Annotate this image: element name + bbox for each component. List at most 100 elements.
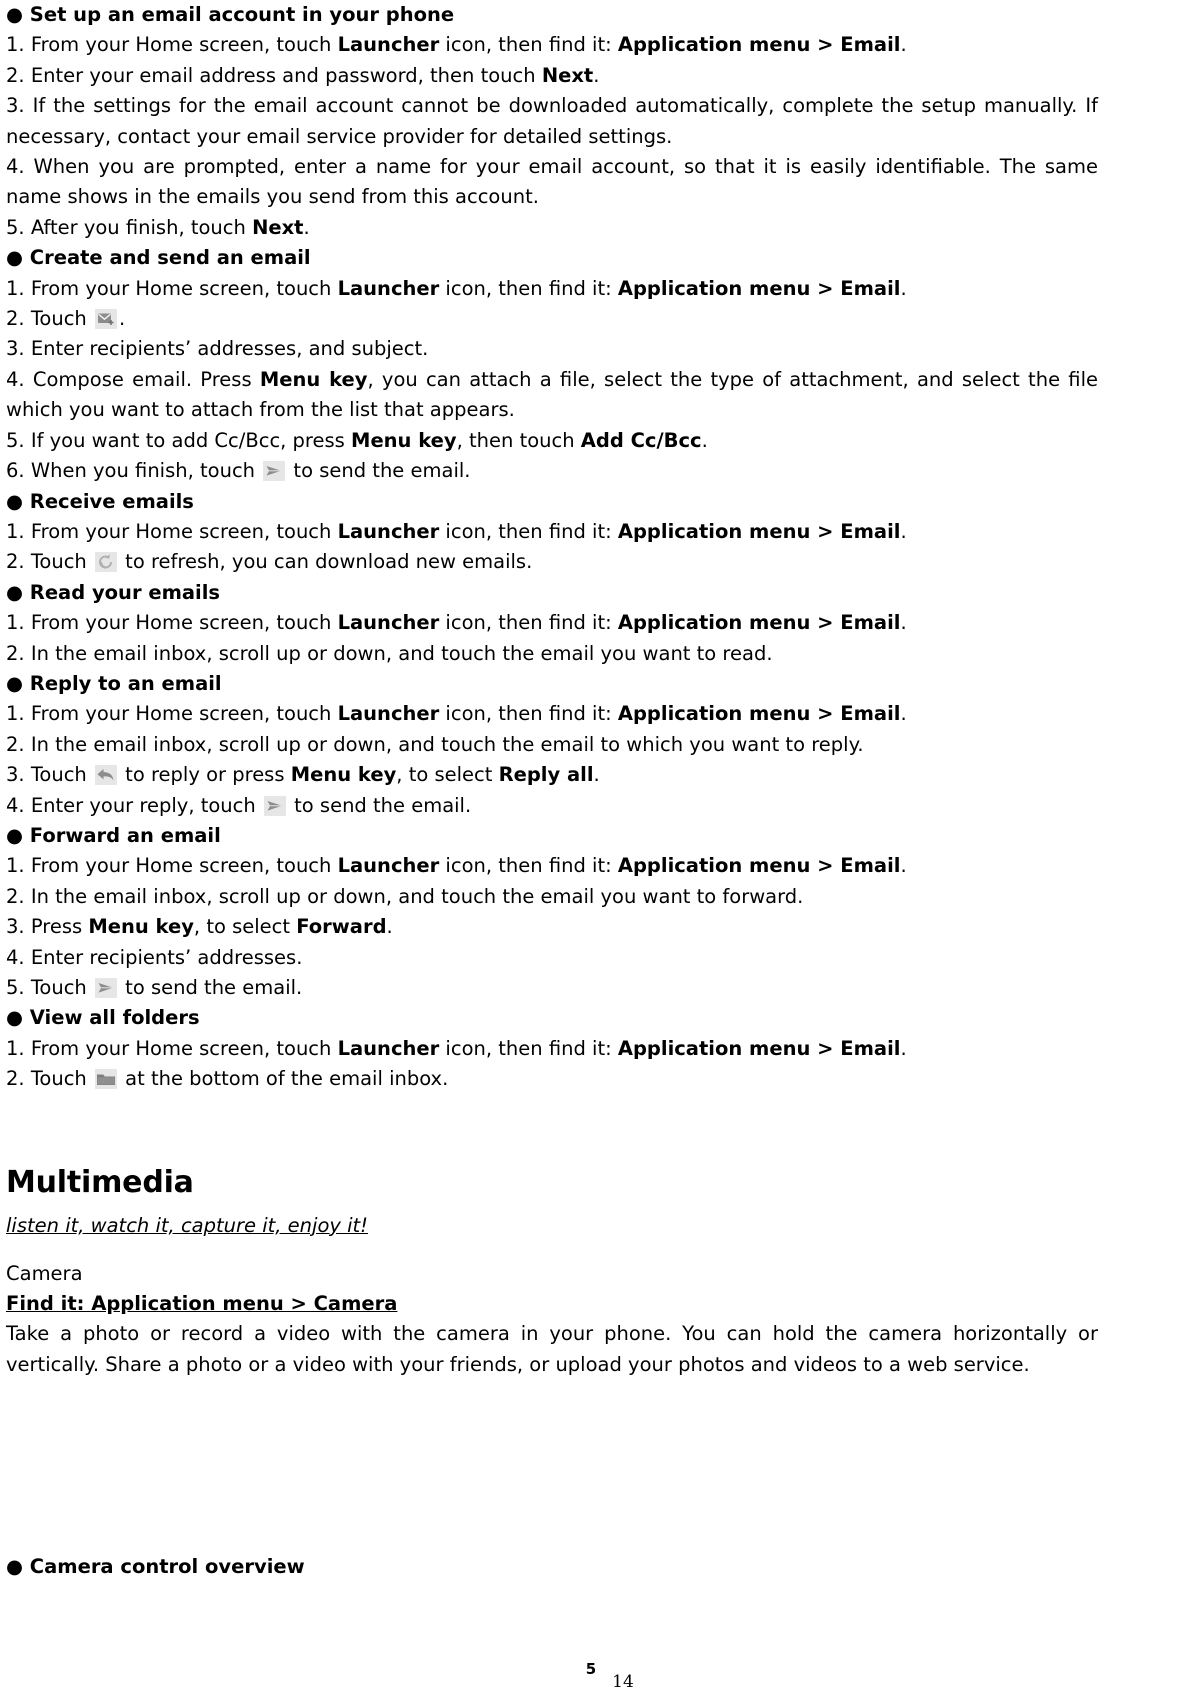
refresh-icon[interactable] <box>94 552 117 573</box>
step-number: 4. <box>6 367 33 391</box>
step-text: Touch <box>30 763 93 787</box>
step-text: . <box>593 763 600 787</box>
step-line: 3. Enter recipients’ addresses, and subj… <box>6 334 1098 364</box>
emphasis-text: Launcher <box>337 519 440 543</box>
step-text: . <box>900 854 907 878</box>
step-text: . <box>303 215 310 239</box>
step-number: 2. <box>6 641 31 665</box>
step-text: to send the email. <box>287 793 472 817</box>
emphasis-text: Menu key <box>290 763 397 787</box>
step-number: 2. <box>6 63 31 87</box>
step-text: Compose email. Press <box>32 367 260 391</box>
emphasis-text: Application menu > Email <box>617 854 901 878</box>
camera-label: Camera <box>6 1261 83 1285</box>
step-line: 3. If the settings for the email account… <box>6 91 1098 152</box>
step-text: to send the email. <box>118 976 303 999</box>
emphasis-text: Reply all <box>498 763 594 787</box>
step-text: Enter your reply, touch <box>30 793 262 817</box>
step-number: 5. <box>6 215 31 239</box>
step-number: 3. <box>6 337 31 361</box>
step-line: 1. From your Home screen, touch Launcher… <box>6 517 1098 547</box>
step-text: Touch <box>30 307 93 331</box>
step-number: 1. <box>6 854 31 878</box>
step-text: icon, then find it: <box>439 33 618 57</box>
section-heading: ● Read your emails <box>6 580 221 604</box>
camera-spacer <box>6 1247 1098 1259</box>
camera-description: Take a photo or record a video with the … <box>6 1322 1098 1376</box>
step-text: From your Home screen, touch <box>30 854 338 878</box>
step-text: Enter recipients’ addresses. <box>30 945 303 969</box>
step-text: From your Home screen, touch <box>30 702 338 726</box>
step-number: 1. <box>6 1036 31 1060</box>
step-line: 2. In the email inbox, scroll up or down… <box>6 882 1098 912</box>
find-it-camera-link[interactable]: Find it: Application menu > Camera <box>6 1289 397 1319</box>
step-text: From your Home screen, touch <box>30 519 338 543</box>
section-heading: ● Reply to an email <box>6 671 222 695</box>
send-icon[interactable] <box>94 978 117 998</box>
step-number: 1. <box>6 702 31 726</box>
step-number: 1. <box>6 33 31 57</box>
step-text: , to select <box>396 763 499 787</box>
emphasis-text: Launcher <box>337 611 440 635</box>
step-line: 6. When you finish, touch to send the em… <box>6 456 1098 486</box>
step-number: 4. <box>6 945 31 969</box>
email-sections: ● Set up an email account in your phone 1… <box>6 0 1098 1095</box>
multimedia-subtitle: listen it, watch it, capture it, enjoy i… <box>6 1213 368 1237</box>
step-line: 2. In the email inbox, scroll up or down… <box>6 639 1098 669</box>
step-line: 5. If you want to add Cc/Bcc, press Menu… <box>6 426 1098 456</box>
page-number-outer: 14 <box>612 1672 634 1692</box>
step-text: If you want to add Cc/Bcc, press <box>30 428 352 452</box>
emphasis-text: Next <box>252 215 304 239</box>
step-text: Press <box>30 915 89 939</box>
section-heading: ● View all folders <box>6 1006 200 1030</box>
step-text: . <box>900 1036 907 1060</box>
section-heading: ● Create and send an email <box>6 246 311 270</box>
camera-control-overview-heading: ● Camera control overview <box>6 1555 305 1579</box>
step-text: In the email inbox, scroll up or down, a… <box>30 732 864 756</box>
reply-icon[interactable] <box>94 765 117 786</box>
step-text: icon, then find it: <box>439 702 618 726</box>
step-text: icon, then find it: <box>439 276 618 300</box>
step-number: 2. <box>6 732 31 756</box>
compose-email-icon[interactable] <box>94 309 117 330</box>
step-line: 2. Enter your email address and password… <box>6 61 1098 91</box>
folder-icon[interactable] <box>94 1069 117 1090</box>
send-icon[interactable] <box>263 461 286 482</box>
step-text: In the email inbox, scroll up or down, a… <box>30 641 773 665</box>
emphasis-text: Application menu > Email <box>617 33 901 57</box>
step-text: Touch <box>30 550 93 574</box>
step-line: 1. From your Home screen, touch Launcher… <box>6 699 1098 729</box>
step-number: 3. <box>6 94 33 118</box>
step-number: 2. <box>6 1067 31 1091</box>
step-text: When you finish, touch <box>30 459 262 483</box>
step-number: 5. <box>6 428 31 452</box>
step-line: 5. After you finish, touch Next. <box>6 213 1098 243</box>
emphasis-text: Forward <box>296 915 387 939</box>
step-text: , to select <box>193 915 297 939</box>
step-number: 2. <box>6 550 31 574</box>
step-number: 1. <box>6 519 31 543</box>
step-text: . <box>593 63 600 87</box>
step-text: to send the email. <box>287 459 471 483</box>
step-text: When you are prompted, enter a name for … <box>6 155 1098 209</box>
step-number: 4. <box>6 793 31 817</box>
step-text: From your Home screen, touch <box>30 276 338 300</box>
emphasis-text: Launcher <box>337 854 440 878</box>
step-line: 4. Compose email. Press Menu key, you ca… <box>6 365 1098 426</box>
step-text: . <box>386 915 393 939</box>
send-icon[interactable] <box>263 795 286 816</box>
section-heading: ● Receive emails <box>6 489 194 513</box>
emphasis-text: Application menu > Email <box>617 519 901 543</box>
step-text: icon, then find it: <box>439 519 618 543</box>
step-text: In the email inbox, scroll up or down, a… <box>30 884 804 908</box>
find-it-row: Find it: Application menu > Camera <box>6 1289 1098 1319</box>
emphasis-text: Menu key <box>88 915 194 939</box>
emphasis-text: Menu key <box>259 367 368 391</box>
step-line: 2. In the email inbox, scroll up or down… <box>6 730 1098 760</box>
step-text: From your Home screen, touch <box>30 611 338 635</box>
step-text: , then touch <box>456 428 581 452</box>
step-text: at the bottom of the email inbox. <box>118 1067 449 1091</box>
step-text: . <box>900 276 907 300</box>
emphasis-text: Application menu > Email <box>617 611 901 635</box>
